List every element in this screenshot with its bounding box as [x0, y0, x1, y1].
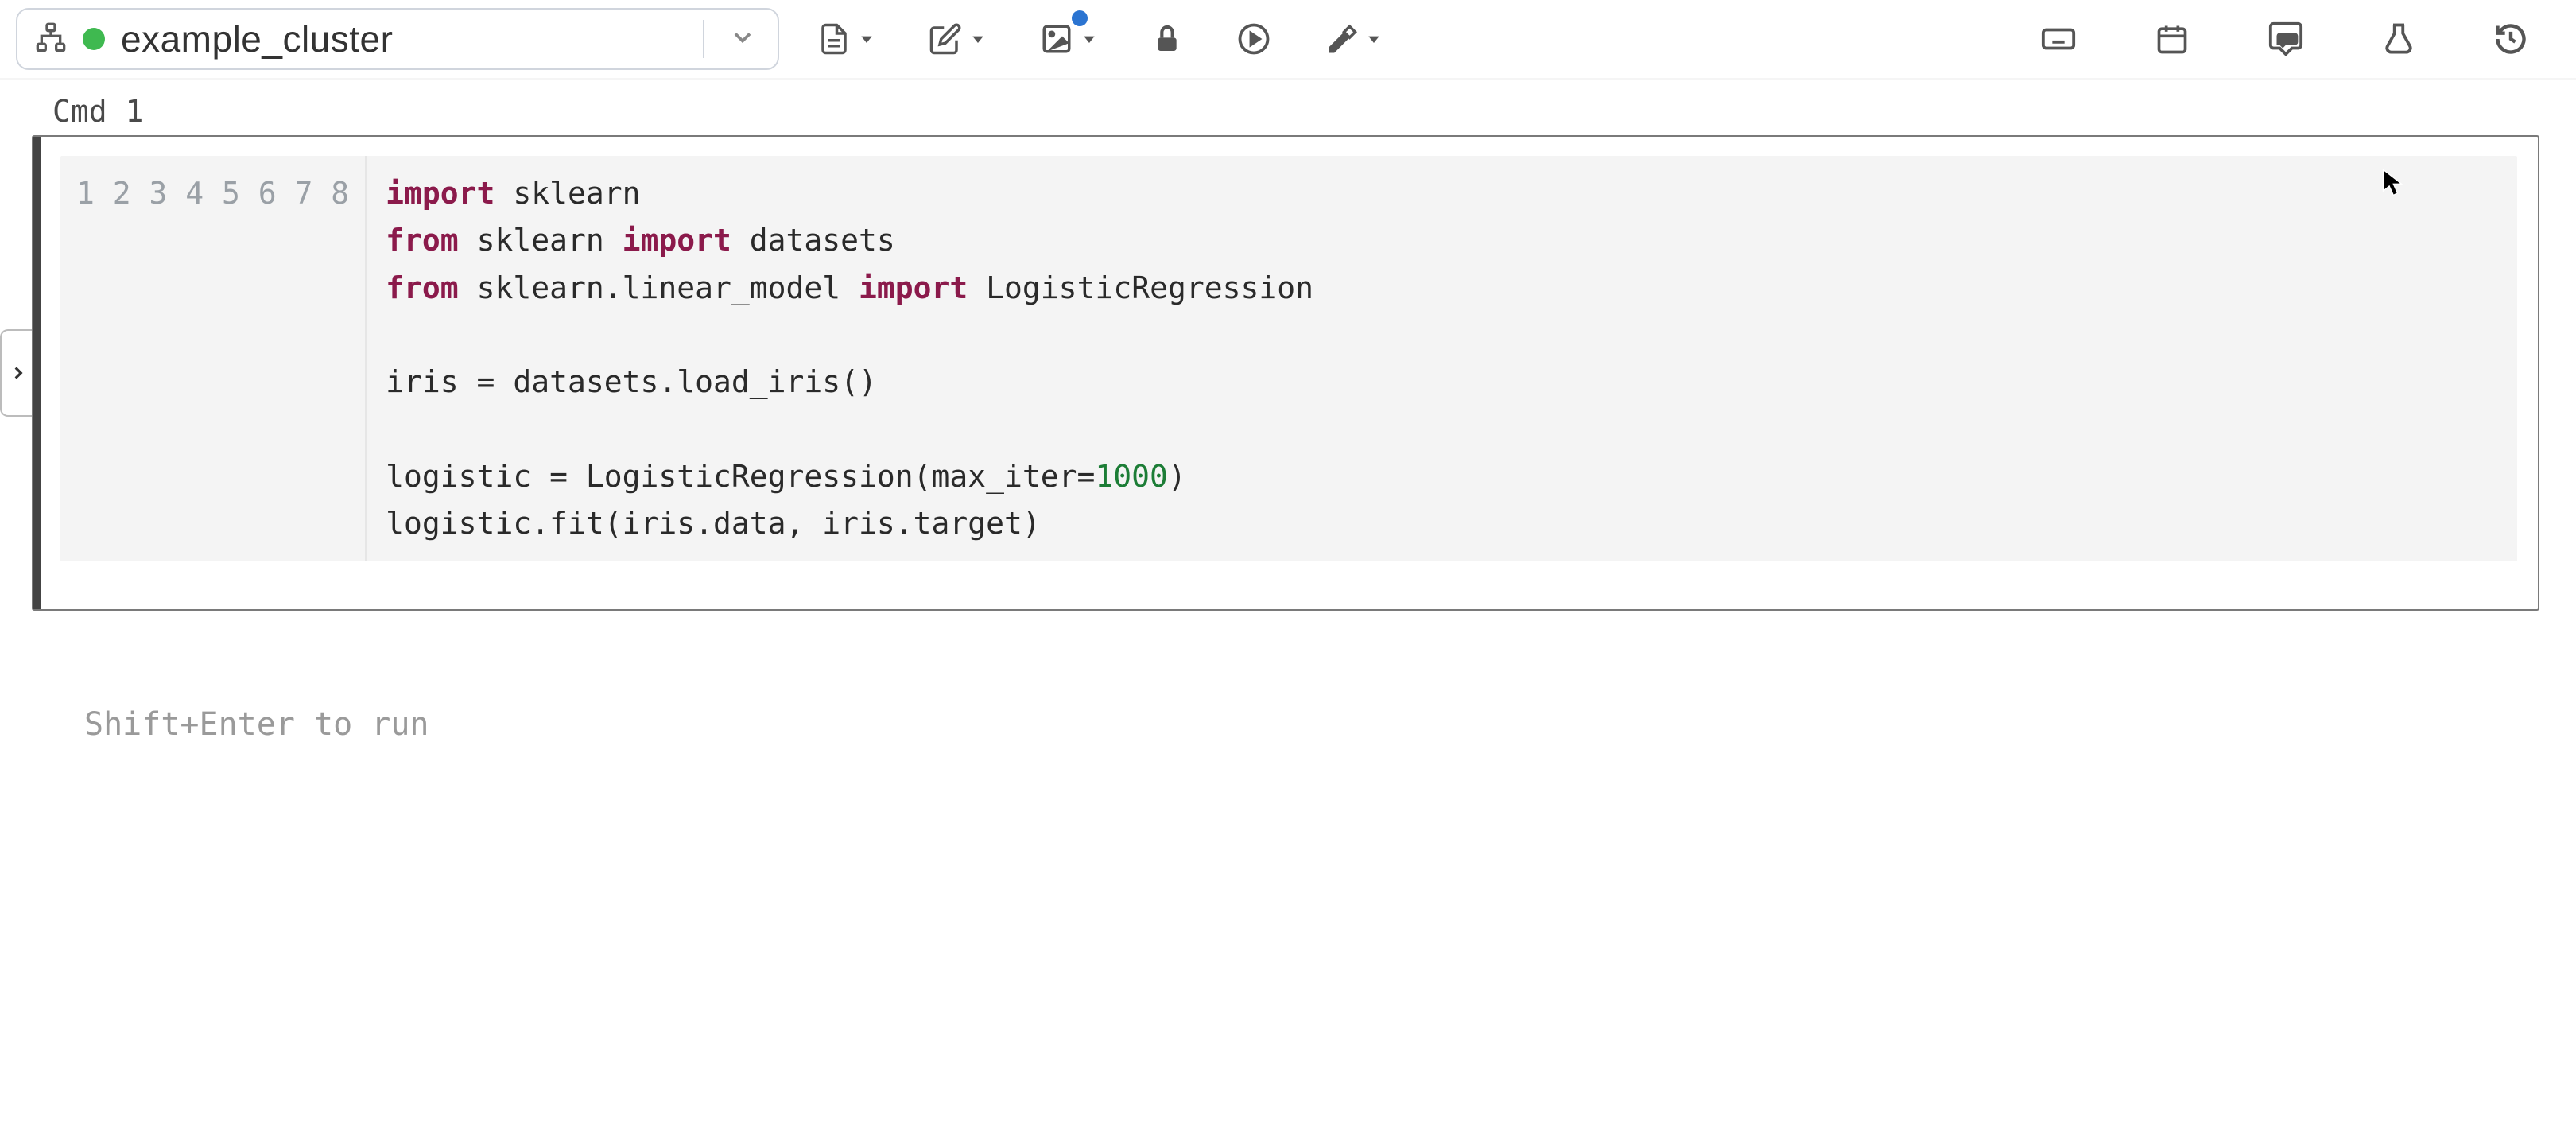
- keyboard-shortcuts-button[interactable]: [2032, 15, 2085, 63]
- schedule-button[interactable]: [2147, 15, 2198, 63]
- file-menu-button[interactable]: [809, 15, 883, 63]
- sitemap-icon: [35, 21, 67, 57]
- revision-history-button[interactable]: [2485, 15, 2536, 63]
- notification-dot-icon: [1072, 10, 1088, 26]
- divider: [703, 20, 704, 58]
- comments-button[interactable]: [2260, 15, 2312, 63]
- cluster-status-dot-icon: [83, 28, 105, 50]
- clear-menu-button[interactable]: [1317, 15, 1390, 63]
- cell-focus-bar: [33, 137, 41, 609]
- cluster-name: example_cluster: [121, 17, 393, 60]
- code-content[interactable]: import sklearn from sklearn import datas…: [367, 156, 2517, 561]
- run-hint: Shift+Enter to run: [84, 706, 2576, 743]
- notebook-toolbar: example_cluster: [0, 0, 2576, 80]
- line-number-gutter: 1 2 3 4 5 6 7 8: [60, 156, 367, 561]
- run-all-button[interactable]: [1229, 15, 1278, 63]
- code-cell[interactable]: 1 2 3 4 5 6 7 8 import sklearn from skle…: [32, 135, 2539, 611]
- edit-menu-button[interactable]: [921, 15, 994, 63]
- chevron-down-icon[interactable]: [720, 23, 765, 56]
- cluster-attach-pill[interactable]: example_cluster: [16, 8, 779, 70]
- code-editor[interactable]: 1 2 3 4 5 6 7 8 import sklearn from skle…: [60, 156, 2517, 561]
- caret-down-icon: [1366, 31, 1382, 47]
- notebook-body: Cmd 1 1 2: [0, 80, 2576, 743]
- cell-label: Cmd 1: [0, 80, 2576, 135]
- caret-down-icon: [970, 31, 986, 47]
- toolbar-left-group: [809, 15, 1390, 63]
- caret-down-icon: [1081, 31, 1097, 47]
- toolbar-right-group: [2032, 15, 2536, 63]
- cell-expander-handle[interactable]: [0, 329, 35, 417]
- image-menu-button[interactable]: [1032, 15, 1105, 63]
- experiments-button[interactable]: [2374, 15, 2423, 63]
- lock-button[interactable]: [1143, 15, 1191, 63]
- caret-down-icon: [859, 31, 875, 47]
